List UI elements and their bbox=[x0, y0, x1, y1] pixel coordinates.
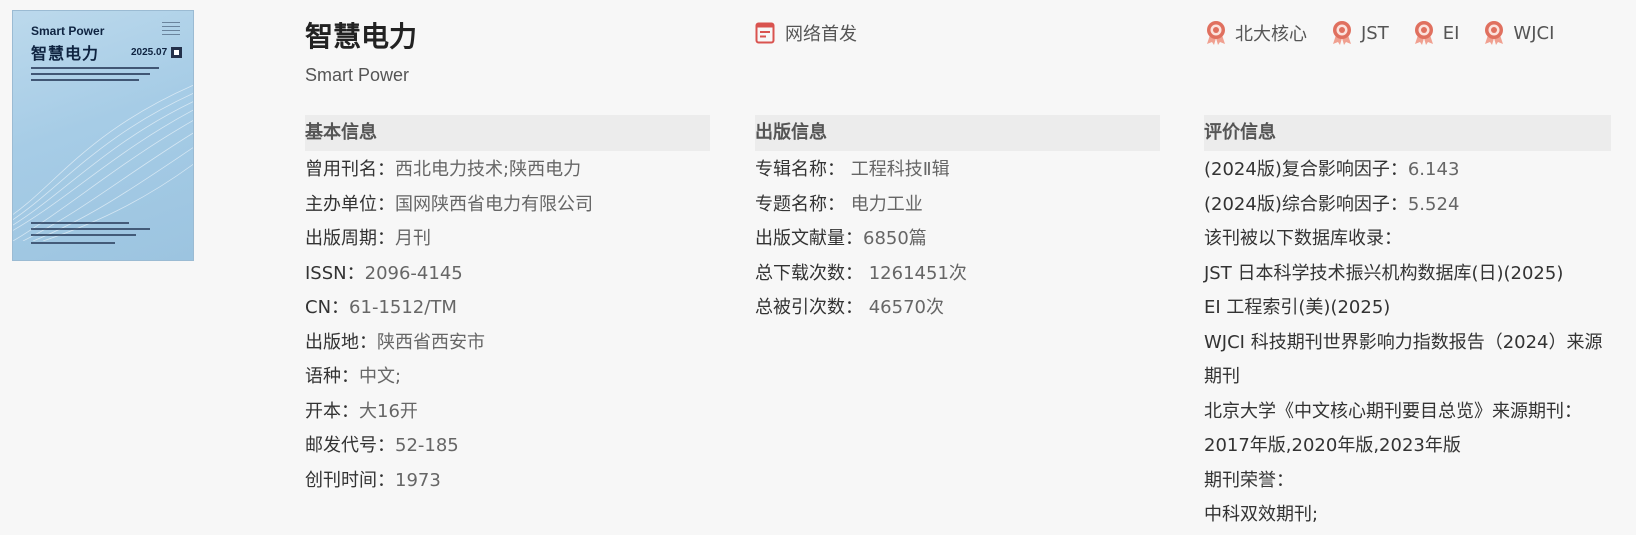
row-value: 2096-4145 bbox=[364, 262, 463, 284]
row-key: CN： bbox=[305, 297, 350, 318]
row-value: 61-1512/TM bbox=[349, 297, 457, 318]
evaluation-info-rows: (2024版)复合影响因子：6.143 (2024版)综合影响因子：5.524 … bbox=[1204, 151, 1611, 533]
row-value: 5.524 bbox=[1407, 193, 1460, 215]
publish-info-section: 出版信息 专辑名称： 工程科技Ⅱ辑 专题名称： 电力工业 出版文献量：6850篇… bbox=[755, 115, 1160, 326]
row-value: 电力工业 bbox=[850, 193, 923, 215]
row-value: 中文; bbox=[359, 366, 402, 387]
row-key: 专辑名称： bbox=[755, 159, 845, 180]
badge-jst: JST bbox=[1330, 20, 1389, 46]
row-key: (2024版)复合影响因子： bbox=[1204, 159, 1408, 180]
cover-title-cn: 智慧电力 bbox=[31, 44, 100, 63]
badge-wjci: WJCI bbox=[1482, 20, 1554, 46]
database-label: 该刊被以下数据库收录： bbox=[1204, 228, 1402, 249]
database-item: WJCI 科技期刊世界影响力指数报告（2024）来源期刊 bbox=[1204, 331, 1603, 388]
award-ribbon-icon bbox=[1485, 21, 1504, 45]
row-key: 语种： bbox=[305, 366, 359, 387]
cover-qr-icon bbox=[171, 47, 182, 58]
row-key: 主办单位： bbox=[305, 193, 395, 215]
network-first-badge: 网络首发 bbox=[755, 20, 857, 46]
row-value: 工程科技Ⅱ辑 bbox=[850, 159, 950, 180]
info-row: 创刊时间：1973 bbox=[305, 464, 710, 499]
badge-label: 北大核心 bbox=[1235, 24, 1307, 45]
info-row: 曾用刊名：西北电力技术;陕西电力 bbox=[305, 153, 710, 188]
row-value: 52-185 bbox=[395, 435, 459, 456]
info-row: 出版周期：月刊 bbox=[305, 222, 710, 257]
row-key: 专题名称： bbox=[755, 193, 845, 215]
info-row: 总下载次数： 1261451次 bbox=[755, 257, 1160, 292]
row-value: 国网陕西省电力有限公司 bbox=[395, 193, 593, 215]
document-icon bbox=[755, 22, 775, 44]
row-value: 46570次 bbox=[868, 297, 944, 318]
publish-info-heading: 出版信息 bbox=[755, 122, 827, 143]
honor-value: 中科双效期刊; bbox=[1204, 504, 1319, 525]
info-row: 总被引次数： 46570次 bbox=[755, 291, 1160, 326]
badge-ei: EI bbox=[1412, 20, 1460, 46]
row-value: 1261451次 bbox=[868, 262, 967, 284]
section-heading: 基本信息 bbox=[305, 115, 710, 151]
cover-title-en: Smart Power bbox=[31, 24, 105, 38]
evaluation-info-heading: 评价信息 bbox=[1204, 122, 1276, 143]
database-item: EI 工程索引(美)(2025) bbox=[1204, 297, 1391, 318]
award-ribbon-icon bbox=[1414, 21, 1433, 45]
info-row: 专辑名称： 工程科技Ⅱ辑 bbox=[755, 153, 1160, 188]
publish-info-rows: 专辑名称： 工程科技Ⅱ辑 专题名称： 电力工业 出版文献量：6850篇 总下载次… bbox=[755, 151, 1160, 326]
row-key: 出版周期： bbox=[305, 228, 395, 249]
row-key: 创刊时间： bbox=[305, 469, 395, 491]
info-row: ISSN：2096-4145 bbox=[305, 257, 710, 292]
row-value: 月刊 bbox=[395, 228, 431, 249]
badge-pku-core: 北大核心 bbox=[1204, 20, 1307, 46]
row-value: 1973 bbox=[395, 469, 441, 491]
info-row: 专题名称： 电力工业 bbox=[755, 188, 1160, 223]
row-value: 大16开 bbox=[359, 400, 418, 422]
journal-cover[interactable]: Smart Power 智慧电力 2025.07 bbox=[12, 10, 194, 261]
badge-label: EI bbox=[1442, 22, 1460, 44]
basic-info-rows: 曾用刊名：西北电力技术;陕西电力 主办单位：国网陕西省电力有限公司 出版周期：月… bbox=[305, 151, 710, 498]
badge-label: JST bbox=[1361, 22, 1389, 44]
award-ribbon-icon bbox=[1207, 21, 1225, 45]
award-ribbon-icon bbox=[1333, 21, 1351, 45]
row-key: 总下载次数： bbox=[755, 262, 863, 284]
info-row: 主办单位：国网陕西省电力有限公司 bbox=[305, 188, 710, 223]
info-row: 出版地：陕西省西安市 bbox=[305, 326, 710, 361]
info-row: CN：61-1512/TM bbox=[305, 291, 710, 326]
row-key: 出版地： bbox=[305, 331, 377, 353]
journal-title-en: Smart Power bbox=[305, 65, 410, 85]
basic-info-section: 基本信息 曾用刊名：西北电力技术;陕西电力 主办单位：国网陕西省电力有限公司 出… bbox=[305, 115, 710, 498]
row-key: ISSN： bbox=[305, 262, 365, 284]
pku-core-label: 北京大学《中文核心期刊要目总览》来源期刊： bbox=[1204, 400, 1582, 422]
journal-title-cn: 智慧电力 bbox=[305, 20, 418, 53]
cover-masthead-text bbox=[162, 22, 180, 38]
row-key: 曾用刊名： bbox=[305, 159, 395, 180]
pku-core-value: 2017年版,2020年版,2023年版 bbox=[1204, 435, 1461, 456]
section-heading: 出版信息 bbox=[755, 115, 1160, 151]
info-row: 邮发代号：52-185 bbox=[305, 429, 710, 464]
evaluation-info-section: 评价信息 (2024版)复合影响因子：6.143 (2024版)综合影响因子：5… bbox=[1204, 115, 1611, 533]
cover-subtitle-lines bbox=[31, 67, 166, 85]
impact-factor-overall: (2024版)综合影响因子：5.524 bbox=[1204, 188, 1611, 223]
row-value: 西北电力技术;陕西电力 bbox=[395, 159, 582, 180]
database-item: JST 日本科学技术振兴机构数据库(日)(2025) bbox=[1204, 262, 1564, 284]
row-key: 邮发代号： bbox=[305, 435, 395, 456]
honor-label: 期刊荣誉： bbox=[1204, 469, 1294, 491]
row-key: 开本： bbox=[305, 400, 359, 422]
index-badges: 北大核心 JST EI WJCI bbox=[1204, 20, 1577, 46]
row-value: 6850篇 bbox=[863, 228, 927, 249]
cover-issue: 2025.07 bbox=[131, 47, 168, 58]
row-key: 总被引次数： bbox=[755, 297, 863, 318]
badge-label: WJCI bbox=[1513, 22, 1555, 44]
cover-footer-lines bbox=[31, 222, 171, 248]
network-first-label: 网络首发 bbox=[785, 24, 857, 45]
row-key: (2024版)综合影响因子： bbox=[1204, 193, 1408, 215]
info-row: 语种：中文; bbox=[305, 360, 710, 395]
impact-factor-composite: (2024版)复合影响因子：6.143 bbox=[1204, 153, 1611, 188]
info-row: 开本：大16开 bbox=[305, 395, 710, 430]
section-heading: 评价信息 bbox=[1204, 115, 1611, 151]
cover-wave-graphic bbox=[13, 84, 193, 241]
row-value: 陕西省西安市 bbox=[377, 331, 485, 353]
row-key: 出版文献量： bbox=[755, 228, 863, 249]
basic-info-heading: 基本信息 bbox=[305, 122, 377, 143]
row-value: 6.143 bbox=[1407, 159, 1460, 180]
info-row: 出版文献量：6850篇 bbox=[755, 222, 1160, 257]
